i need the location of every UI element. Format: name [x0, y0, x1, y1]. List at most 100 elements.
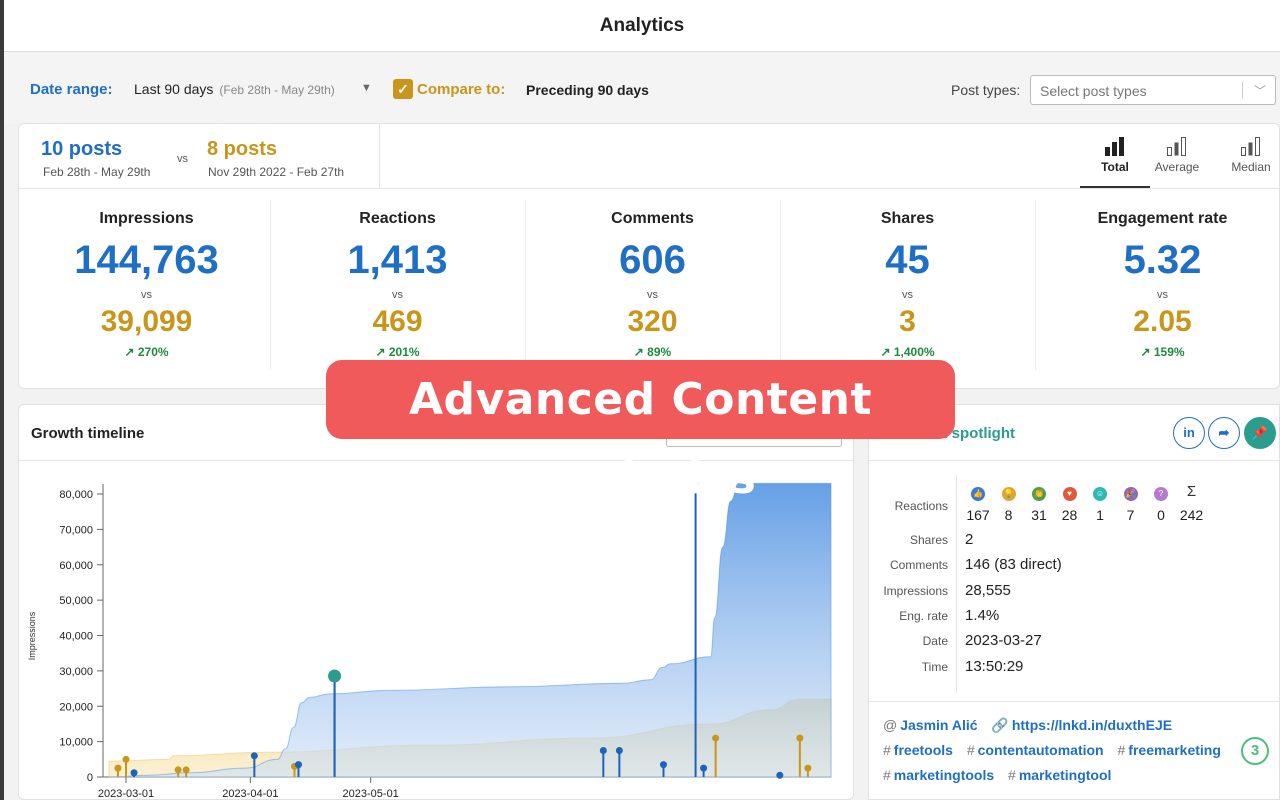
reaction-breakdown: 👍 167 💡 8 👏 31 ♥ 28 ☺ 1 🎉 7? 0 Σ 242	[965, 483, 1265, 529]
post-marker	[700, 764, 708, 772]
metric-engagement-rate: Engagement rate 5.32 vs 2.05 ↗ 159%	[1035, 200, 1280, 380]
metric-impressions: Impressions 144,763 vs 39,099 ↗ 270%	[19, 200, 274, 380]
detail-key: Comments	[889, 558, 948, 572]
summary-panel: 10 posts Feb 28th - May 29th vs 8 posts …	[18, 123, 1280, 389]
select-separator	[1242, 82, 1243, 99]
hashtag[interactable]: marketingtool	[1019, 767, 1112, 783]
funny-icon: ☺	[1093, 487, 1107, 501]
author-link[interactable]: Jasmin Alić	[900, 717, 977, 733]
pin-button[interactable]: 📌	[1244, 417, 1276, 449]
metric-vs: vs	[392, 289, 403, 301]
previous-period-dates: Nov 29th 2022 - Feb 27th	[208, 165, 345, 179]
metric-change: ↗ 270%	[124, 345, 169, 359]
bar-chart-icon	[1241, 137, 1260, 156]
author-line: @ Jasmin Alić 🔗 https://lnkd.in/duxthEJE	[883, 717, 1182, 734]
metric-change: ↗ 1,400%	[880, 345, 935, 359]
compare-checkbox[interactable]: ✓	[393, 79, 413, 99]
metric-value: 45	[885, 238, 930, 282]
linkedin-button[interactable]: in	[1173, 417, 1205, 449]
reaction-count: 0	[1157, 507, 1165, 523]
reaction-count: 28	[1061, 507, 1078, 523]
post-marker	[599, 746, 607, 754]
post-marker	[776, 771, 784, 779]
hash-icon: #	[1117, 742, 1126, 758]
reaction-cell: 💡 8	[996, 483, 1022, 523]
metric-name: Reactions	[359, 210, 436, 227]
post-types-select[interactable]: Select post types ﹀	[1030, 75, 1276, 105]
post-marker	[130, 769, 138, 777]
metric-name: Impressions	[99, 210, 194, 227]
tab-average[interactable]: Average	[1142, 136, 1212, 188]
hashtag-count-badge: 3	[1241, 737, 1269, 765]
post-marker	[174, 766, 182, 774]
caret-down-icon[interactable]: ▼	[361, 82, 372, 94]
hashtag[interactable]: freetools	[894, 742, 953, 758]
post-link[interactable]: https://lnkd.in/duxthEJE	[1012, 717, 1172, 733]
metric-previous: 469	[372, 305, 423, 338]
metric-comments: Comments 606 vs 320 ↗ 89%	[525, 200, 780, 380]
y-tick-label: 20,000	[59, 701, 93, 713]
promo-banner: Advanced Content Analytics	[326, 360, 955, 504]
post-spotlight-panel: Post spotlight in ➦ 📌 Reactions 👍 167 💡 8 👏 3…	[868, 404, 1280, 800]
like-icon: 👍	[971, 487, 985, 501]
post-marker	[294, 761, 302, 769]
bar-chart-icon	[1105, 137, 1124, 156]
reaction-cell: Σ 242	[1179, 483, 1205, 523]
at-icon: @	[883, 717, 898, 733]
hashtag[interactable]: contentautomation	[978, 742, 1104, 758]
divider	[19, 188, 1280, 189]
tab-total[interactable]: Total	[1080, 136, 1150, 188]
hashtags-line: # marketingtools # marketingtool	[883, 767, 1121, 783]
x-tick-label: 2023-03-01	[98, 788, 154, 800]
metric-vs: vs	[141, 289, 152, 301]
metric-vs: vs	[902, 289, 913, 301]
compare-value[interactable]: Preceding 90 days	[526, 82, 649, 98]
tab-median[interactable]: Median	[1216, 136, 1280, 188]
sum-icon: Σ	[1186, 483, 1197, 500]
insightful-icon: 💡	[1001, 487, 1016, 501]
current-period-dates: Feb 28th - May 29th	[43, 165, 151, 179]
series-area	[108, 482, 832, 778]
post-marker	[615, 746, 623, 754]
previous-posts-count: 8 posts	[207, 138, 278, 160]
reaction-count: 31	[1031, 507, 1047, 523]
post-marker	[659, 761, 667, 769]
share-button[interactable]: ➦	[1208, 417, 1240, 449]
detail-value: 146 (83 direct)	[965, 556, 1062, 573]
metric-previous: 3	[899, 305, 916, 338]
detail-value: 1.4%	[965, 607, 1000, 624]
reaction-count: 7	[1126, 507, 1135, 523]
metric-reactions: Reactions 1,413 vs 469 ↗ 201%	[270, 200, 525, 380]
metric-change: ↗ 89%	[633, 345, 672, 359]
x-tick-label: 2023-05-01	[343, 788, 399, 800]
detail-value: 2023-03-27	[965, 632, 1042, 649]
hashtag[interactable]: marketingtools	[894, 767, 994, 783]
hashtag[interactable]: freemarketing	[1128, 742, 1221, 758]
reaction-count: 1	[1096, 507, 1104, 523]
metric-name: Shares	[880, 210, 935, 227]
bar-chart-icon	[1167, 137, 1186, 156]
filter-bar: Date range: Last 90 days (Feb 28th - May …	[4, 52, 1280, 124]
detail-key: Eng. rate	[899, 609, 948, 623]
support-icon: 👏	[1032, 487, 1046, 501]
metric-value: 606	[619, 238, 686, 282]
date-range-select[interactable]: Last 90 days (Feb 28th - May 29th)	[134, 81, 335, 97]
metric-name: Comments	[611, 210, 694, 227]
divider	[379, 124, 380, 188]
reaction-cell: ♥ 28	[1057, 483, 1083, 523]
y-tick-label: 40,000	[59, 631, 93, 643]
hash-icon: #	[883, 742, 891, 758]
detail-value: 28,555	[965, 582, 1011, 599]
reaction-cell: 🎉 7	[1118, 483, 1144, 523]
hash-icon: #	[1008, 767, 1016, 783]
metric-vs: vs	[1157, 289, 1168, 301]
y-tick-label: 50,000	[59, 595, 93, 607]
post-marker	[796, 734, 804, 742]
chevron-down-icon[interactable]: ﹀	[1254, 82, 1266, 99]
current-posts-count: 10 posts	[41, 138, 123, 160]
vs-label: vs	[177, 153, 188, 165]
hashtags-line: # freetools # contentautomation # freemarke…	[883, 742, 1231, 758]
post-types-placeholder: Select post types	[1040, 83, 1147, 99]
metric-value: 5.32	[1123, 238, 1202, 282]
x-tick-label: 2023-04-01	[222, 788, 278, 800]
